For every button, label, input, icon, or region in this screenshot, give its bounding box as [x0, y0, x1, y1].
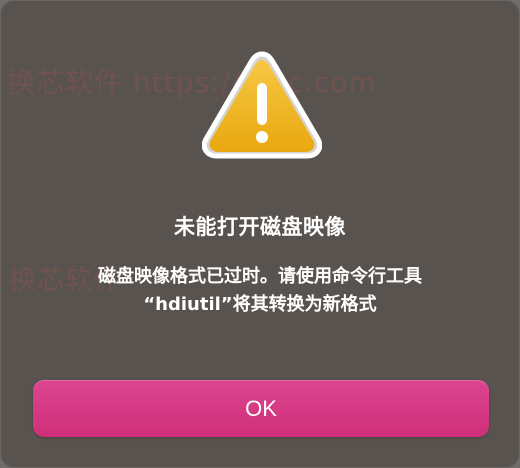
warning-icon: [202, 51, 322, 159]
dialog-message-line-2: “hdiutil”将其转换为新格式: [143, 294, 377, 315]
dialog-title: 未能打开磁盘映像: [174, 215, 346, 239]
ok-button[interactable]: OK: [33, 380, 489, 437]
alert-dialog: 换芯软件 https://mac.com 换芯软件 未能打开磁盘映像 磁盘映像格…: [0, 0, 520, 468]
dialog-message: 磁盘映像格式已过时。请使用命令行工具 “hdiutil”将其转换为新格式: [35, 263, 485, 319]
dialog-message-line-1: 磁盘映像格式已过时。请使用命令行工具: [98, 266, 422, 287]
